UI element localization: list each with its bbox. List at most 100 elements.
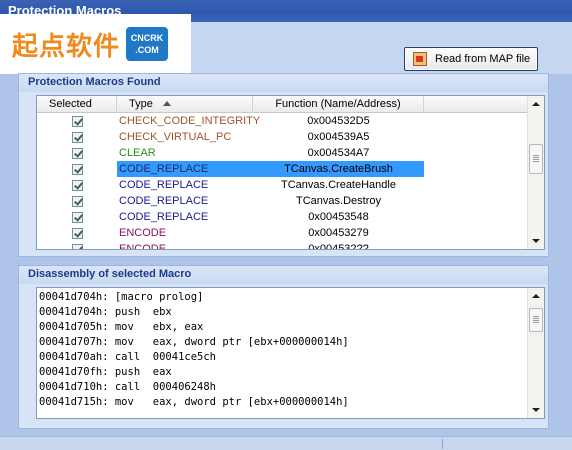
macros-grid[interactable]: Selected Type Function (Name/Address) CH… <box>36 95 545 250</box>
row-checkbox-cell <box>37 227 117 239</box>
disassembly-line: 00041d705h: mov ebx, eax <box>39 321 204 333</box>
checked-checkbox-icon[interactable] <box>71 243 83 249</box>
macro-type: ENCODE <box>119 243 167 250</box>
watermark-logo: 起点软件 CNCRK .COM <box>0 14 191 74</box>
read-map-file-button[interactable]: Read from MAP file <box>404 47 538 71</box>
disassembly-panel-title: Disassembly of selected Macro <box>19 266 548 284</box>
row-checkbox-cell <box>37 195 117 207</box>
table-row[interactable]: CHECK_CODE_INTEGRITY 0x004532D5 <box>37 113 528 129</box>
macro-function: 0x004539A5 <box>307 131 370 143</box>
column-header-type-label: Type <box>129 98 153 110</box>
scroll-up-arrow-icon[interactable] <box>532 294 540 298</box>
checked-checkbox-icon[interactable] <box>71 211 83 223</box>
table-row[interactable]: CODE_REPLACE TCanvas.CreateHandle <box>37 177 528 193</box>
table-row[interactable]: CODE_REPLACE TCanvas.CreateBrush <box>37 161 528 177</box>
scroll-down-arrow-icon[interactable] <box>532 408 540 412</box>
row-function-cell: 0x004532?? <box>253 241 424 250</box>
macro-function: 0x004534A7 <box>307 147 370 159</box>
row-checkbox-cell <box>37 211 117 223</box>
macro-type: ENCODE <box>119 227 167 239</box>
logo-badge: CNCRK .COM <box>126 27 169 61</box>
row-checkbox-cell <box>37 163 117 175</box>
row-function-cell: TCanvas.CreateHandle <box>253 177 424 193</box>
row-function-cell: 0x004534A7 <box>253 145 424 161</box>
status-bar <box>0 436 572 450</box>
row-checkbox-cell <box>37 147 117 159</box>
scrollbar-thumb[interactable] <box>529 144 543 174</box>
row-function-cell: TCanvas.Destroy <box>253 193 424 209</box>
macros-panel-title: Protection Macros Found <box>19 74 548 92</box>
macro-function: TCanvas.CreateBrush <box>284 163 393 175</box>
table-row[interactable]: ENCODE 0x00453279 <box>37 225 528 241</box>
checked-checkbox-icon[interactable] <box>71 147 83 159</box>
row-type-cell: CHECK_CODE_INTEGRITY <box>117 113 260 129</box>
read-map-file-label: Read from MAP file <box>435 53 531 65</box>
grid-header: Selected Type Function (Name/Address) <box>37 96 528 113</box>
scroll-down-arrow-icon[interactable] <box>532 239 540 243</box>
row-checkbox-cell <box>37 115 117 127</box>
row-type-cell: CLEAR <box>117 145 253 161</box>
macros-vertical-scrollbar[interactable] <box>527 96 544 249</box>
table-row[interactable]: CODE_REPLACE 0x00453548 <box>37 209 528 225</box>
row-type-cell: CODE_REPLACE <box>117 209 253 225</box>
disassembly-lines: 00041d704h: [macro prolog] 00041d704h: pu… <box>39 290 349 410</box>
row-type-cell: ENCODE <box>117 225 253 241</box>
column-header-function[interactable]: Function (Name/Address) <box>253 96 424 113</box>
disassembly-line: 00041d704h: [macro prolog] <box>39 291 204 303</box>
row-function-cell: TCanvas.CreateBrush <box>253 161 424 177</box>
row-function-cell: 0x004539A5 <box>253 129 424 145</box>
table-row[interactable]: CODE_REPLACE TCanvas.Destroy <box>37 193 528 209</box>
row-function-cell: 0x004532D5 <box>253 113 424 129</box>
row-type-cell: ENCODE <box>117 241 253 250</box>
checked-checkbox-icon[interactable] <box>71 115 83 127</box>
table-row[interactable]: CLEAR 0x004534A7 <box>37 145 528 161</box>
macro-function: 0x004532?? <box>308 243 369 250</box>
macro-type: CHECK_CODE_INTEGRITY <box>119 115 261 127</box>
checked-checkbox-icon[interactable] <box>71 131 83 143</box>
macro-function: 0x004532D5 <box>307 115 370 127</box>
row-type-cell: CODE_REPLACE <box>117 193 253 209</box>
scrollbar-thumb[interactable] <box>529 308 543 332</box>
row-checkbox-cell <box>37 179 117 191</box>
macro-function: TCanvas.Destroy <box>296 195 381 207</box>
disassembly-vertical-scrollbar[interactable] <box>527 288 544 418</box>
logo-badge-bottom: .COM <box>135 45 159 55</box>
checked-checkbox-icon[interactable] <box>71 227 83 239</box>
table-row[interactable]: ENCODE 0x004532?? <box>37 241 528 250</box>
macros-panel: Protection Macros Found Selected Type Fu… <box>18 73 549 257</box>
macro-type: CODE_REPLACE <box>119 211 209 223</box>
disassembly-line: 00041d704h: push ebx <box>39 306 172 318</box>
macro-rows: CHECK_CODE_INTEGRITY 0x004532D5 CHECK_VIRT… <box>37 113 528 250</box>
checked-checkbox-icon[interactable] <box>71 195 83 207</box>
map-file-icon <box>413 52 427 66</box>
macro-function: 0x00453548 <box>308 211 369 223</box>
disassembly-text[interactable]: 00041d704h: [macro prolog] 00041d704h: pu… <box>36 287 545 419</box>
macro-function: 0x00453279 <box>308 227 369 239</box>
macro-function: TCanvas.CreateHandle <box>281 179 396 191</box>
row-type-cell: CHECK_VIRTUAL_PC <box>117 129 253 145</box>
logo-text: 起点软件 <box>12 31 121 62</box>
checked-checkbox-icon[interactable] <box>71 163 83 175</box>
logo-badge-top: CNCRK <box>130 33 164 43</box>
row-checkbox-cell <box>37 243 117 249</box>
checked-checkbox-icon[interactable] <box>71 179 83 191</box>
column-header-selected[interactable]: Selected <box>37 96 117 113</box>
row-type-cell: CODE_REPLACE <box>117 161 253 177</box>
row-function-cell: 0x00453548 <box>253 209 424 225</box>
macro-type: CODE_REPLACE <box>119 163 209 175</box>
disassembly-line: 00041d70ah: call 00041ce5ch <box>39 351 217 363</box>
macro-type: CLEAR <box>119 147 156 159</box>
sort-ascending-icon <box>163 101 171 106</box>
disassembly-line: 00041d70fh: push eax <box>39 366 172 378</box>
column-header-type[interactable]: Type <box>117 96 253 113</box>
macro-type: CODE_REPLACE <box>119 179 209 191</box>
scroll-up-arrow-icon[interactable] <box>532 102 540 106</box>
macro-type: CODE_REPLACE <box>119 195 209 207</box>
row-function-cell: 0x00453279 <box>253 225 424 241</box>
row-checkbox-cell <box>37 131 117 143</box>
row-type-cell: CODE_REPLACE <box>117 177 253 193</box>
table-row[interactable]: CHECK_VIRTUAL_PC 0x004539A5 <box>37 129 528 145</box>
disassembly-panel: Disassembly of selected Macro 00041d704h… <box>18 265 549 429</box>
disassembly-line: 00041d707h: mov eax, dword ptr [ebx+0000… <box>39 336 349 348</box>
status-separator <box>442 439 443 449</box>
